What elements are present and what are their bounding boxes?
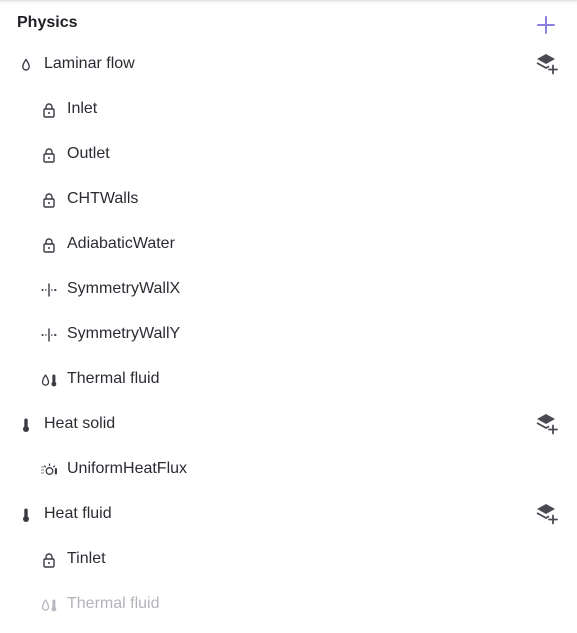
tree-item-outlet[interactable]: Outlet — [0, 133, 577, 178]
droplet-thermometer-icon — [40, 596, 58, 614]
add-layer-button[interactable] — [534, 501, 560, 527]
tree-item-label: AdiabaticWater — [67, 235, 175, 252]
lock-icon — [40, 551, 58, 569]
tree-item-label: Heat solid — [44, 415, 116, 432]
lock-icon — [40, 236, 58, 254]
heat-flux-icon — [40, 461, 58, 479]
tree-item-laminar-flow[interactable]: Laminar flow — [0, 43, 577, 88]
add-layer-icon — [536, 504, 558, 525]
symmetry-icon — [40, 281, 58, 299]
thermometer-icon — [17, 416, 35, 434]
tree-item-symmetry-wall-y[interactable]: SymmetryWallY — [0, 313, 577, 358]
tree-item-label: Thermal fluid — [67, 370, 160, 387]
tree-item-label: UniformHeatFlux — [67, 460, 188, 477]
tree-item-thermal-fluid-disabled[interactable]: Thermal fluid — [0, 583, 577, 628]
tree-item-label: Tinlet — [67, 550, 106, 567]
add-layer-button[interactable] — [534, 411, 560, 437]
thermometer-icon — [17, 506, 35, 524]
add-layer-icon — [536, 414, 558, 435]
tree-item-label: SymmetryWallX — [67, 280, 181, 297]
tree-item-label: Thermal fluid — [67, 595, 160, 612]
add-physics-button[interactable] — [535, 14, 557, 36]
plus-icon — [537, 16, 555, 34]
tree-item-tinlet[interactable]: Tinlet — [0, 538, 577, 583]
tree-item-label: Inlet — [67, 100, 98, 117]
lock-icon — [40, 146, 58, 164]
lock-icon — [40, 191, 58, 209]
add-layer-icon — [536, 54, 558, 75]
tree-item-cht-walls[interactable]: CHTWalls — [0, 178, 577, 223]
tree-item-thermal-fluid[interactable]: Thermal fluid — [0, 358, 577, 403]
lock-icon — [40, 101, 58, 119]
tree-item-heat-fluid[interactable]: Heat fluid — [0, 493, 577, 538]
panel-header: Physics — [0, 1, 577, 46]
tree-item-label: Heat fluid — [44, 505, 112, 522]
tree-item-heat-solid[interactable]: Heat solid — [0, 403, 577, 448]
physics-panel: Physics Laminar flow Inlet Outlet CHTWal… — [0, 0, 577, 633]
droplet-thermometer-icon — [40, 371, 58, 389]
tree-item-adiabatic-water[interactable]: AdiabaticWater — [0, 223, 577, 268]
tree-item-label: CHTWalls — [67, 190, 139, 207]
panel-title: Physics — [17, 14, 78, 31]
add-layer-button[interactable] — [534, 51, 560, 77]
tree-item-symmetry-wall-x[interactable]: SymmetryWallX — [0, 268, 577, 313]
tree-item-label: SymmetryWallY — [67, 325, 181, 342]
tree-item-inlet[interactable]: Inlet — [0, 88, 577, 133]
symmetry-icon — [40, 326, 58, 344]
tree-item-label: Laminar flow — [44, 55, 135, 72]
tree-item-uniform-heat-flux[interactable]: UniformHeatFlux — [0, 448, 577, 493]
droplet-icon — [17, 56, 35, 74]
tree-item-label: Outlet — [67, 145, 110, 162]
